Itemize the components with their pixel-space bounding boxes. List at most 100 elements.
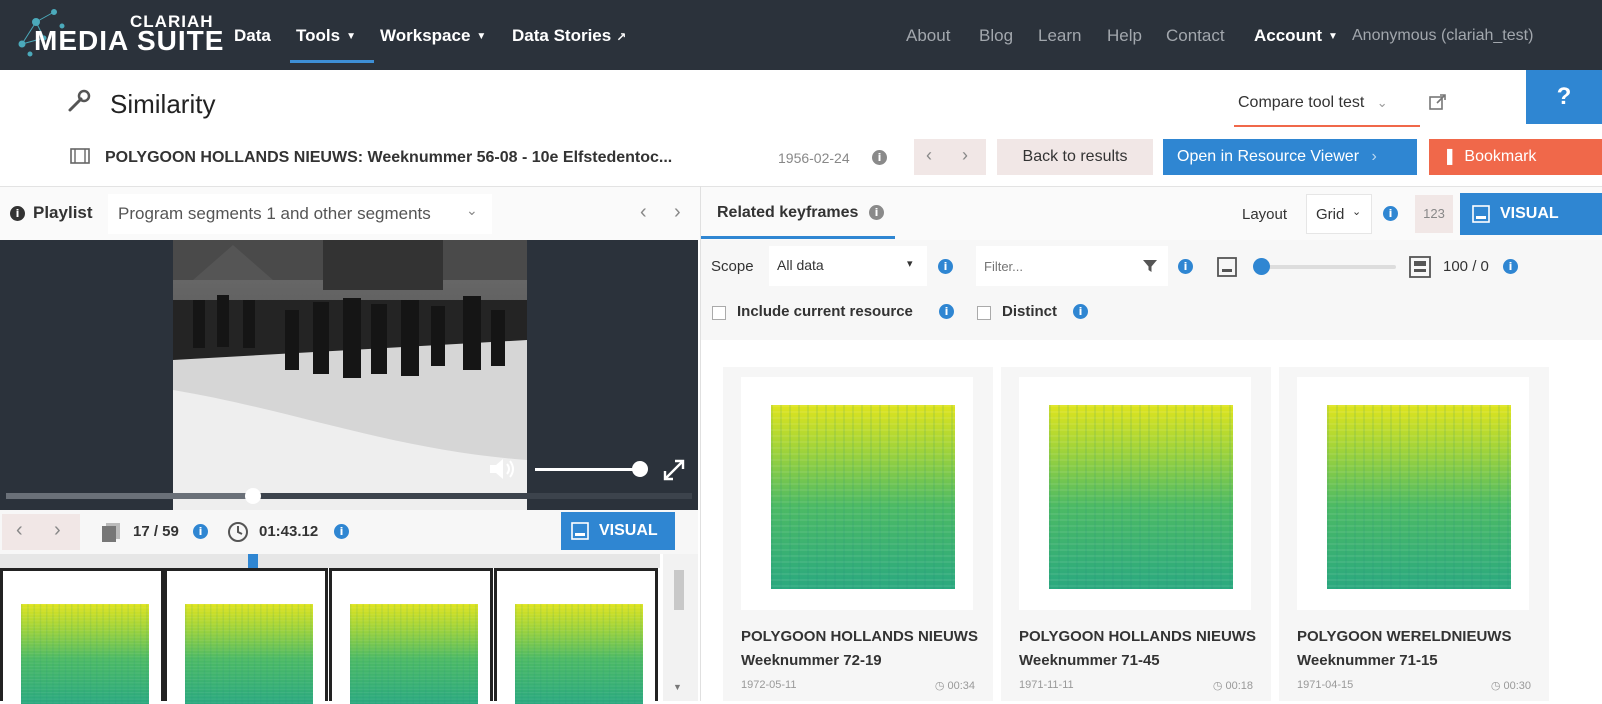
result-duration: ◷ 00:30 [1491, 679, 1531, 692]
result-thumbnail [1019, 377, 1251, 610]
segment-scrollbar[interactable]: ▼ [663, 554, 698, 701]
info-icon[interactable]: i [1383, 206, 1398, 221]
visual-view-button[interactable]: VISUAL [1460, 193, 1602, 235]
scope-label: Scope [711, 258, 754, 275]
nav-help[interactable]: Help [1107, 26, 1142, 46]
filter-icon[interactable] [1142, 258, 1158, 274]
playlist-bar: i Playlist Program segments 1 and other … [0, 186, 700, 240]
image-icon [1472, 205, 1490, 223]
timeline-knob[interactable] [244, 488, 261, 504]
tab-related-keyframes[interactable]: Related keyframes [717, 204, 858, 222]
nav-blog[interactable]: Blog [979, 26, 1013, 46]
chevron-right-icon[interactable]: › [54, 519, 61, 542]
result-thumbnail [741, 377, 973, 610]
nav-about[interactable]: About [906, 26, 950, 46]
nav-learn[interactable]: Learn [1038, 26, 1081, 46]
layout-select[interactable]: Grid ⌄ [1306, 194, 1372, 234]
segment-counter: 17 / 59 [133, 523, 179, 540]
result-thumbnail [1297, 377, 1529, 610]
segment-thumbnail[interactable] [0, 568, 164, 704]
layout-select-value: Grid [1316, 206, 1345, 223]
segment-thumbnail[interactable] [329, 568, 493, 704]
info-icon[interactable]: i [193, 524, 208, 539]
nav-user[interactable]: Anonymous (clariah_test) [1352, 27, 1533, 45]
result-date: 1971-11-11 [1019, 679, 1074, 691]
info-icon[interactable]: i [869, 205, 884, 220]
clock-icon: ◷ [1490, 680, 1504, 692]
distinct-checkbox[interactable] [977, 306, 991, 320]
playlist-selected-value: Program segments 1 and other segments [118, 204, 431, 223]
timeline-track[interactable] [6, 493, 692, 499]
info-icon[interactable]: i [938, 259, 953, 274]
result-duration-value: 00:34 [947, 680, 975, 692]
nav-data[interactable]: Data [234, 26, 271, 46]
chevron-left-icon[interactable]: ‹ [16, 519, 23, 542]
bookmark-icon: ❚ [1443, 148, 1457, 165]
info-icon[interactable]: i [10, 206, 25, 221]
image-large-icon [1409, 256, 1431, 278]
project-selector[interactable]: Compare tool test ⌄ [1238, 94, 1388, 112]
playlist-select[interactable]: Program segments 1 and other segments ⌄ [108, 194, 492, 234]
result-card[interactable]: POLYGOON WERELDNIEUWS Weeknummer 71-15 1… [1279, 367, 1549, 701]
fullscreen-icon[interactable] [662, 458, 686, 482]
result-date: 1972-05-11 [741, 679, 797, 691]
visual-toggle-button[interactable]: VISUAL [561, 512, 675, 550]
caret-down-icon: ▼ [476, 31, 487, 42]
result-title[interactable]: POLYGOON HOLLANDS NIEUWS Weeknummer 72-1… [741, 625, 981, 673]
nav-tools-active-indicator [290, 60, 374, 63]
filter-input-box[interactable] [976, 246, 1168, 286]
nav-account[interactable]: Account ▼ [1254, 26, 1338, 46]
info-icon[interactable]: i [1503, 259, 1518, 274]
chevron-right-icon[interactable]: › [674, 201, 681, 224]
caret-down-icon: ▼ [1328, 31, 1338, 42]
chevron-left-icon[interactable]: ‹ [926, 145, 932, 166]
nav-data-stories[interactable]: Data Stories ↗ [512, 26, 626, 46]
include-current-checkbox[interactable] [712, 306, 726, 320]
volume-icon[interactable] [488, 456, 518, 482]
nav-data-stories-label: Data Stories [512, 26, 612, 45]
chevron-left-icon[interactable]: ‹ [640, 201, 647, 224]
segment-thumbnail[interactable] [164, 568, 328, 704]
include-current-label: Include current resource [737, 303, 913, 320]
info-icon[interactable]: i [1073, 304, 1088, 319]
scroll-down-icon[interactable]: ▼ [673, 682, 682, 692]
help-button[interactable]: ? [1526, 70, 1602, 124]
scope-select[interactable]: All data ▾ [769, 246, 927, 286]
result-card[interactable]: POLYGOON HOLLANDS NIEUWS Weeknummer 72-1… [723, 367, 993, 701]
spectrogram-image [515, 604, 643, 704]
segment-strip[interactable] [0, 554, 660, 568]
info-icon[interactable]: i [872, 150, 887, 165]
nav-workspace[interactable]: Workspace ▼ [380, 26, 486, 46]
bookmark-button[interactable]: ❚ Bookmark [1429, 139, 1602, 175]
result-card[interactable]: POLYGOON HOLLANDS NIEUWS Weeknummer 71-4… [1001, 367, 1271, 701]
tab-active-indicator [701, 236, 895, 239]
segment-thumbnail[interactable] [494, 568, 658, 704]
info-icon[interactable]: i [334, 524, 349, 539]
result-title[interactable]: POLYGOON WERELDNIEUWS Weeknummer 71-15 [1297, 625, 1537, 673]
scrollbar-thumb[interactable] [674, 570, 684, 610]
numeric-view-button[interactable]: 123 [1415, 195, 1453, 233]
info-icon[interactable]: i [1178, 259, 1193, 274]
range-value: 100 / 0 [1443, 258, 1489, 275]
volume-slider[interactable] [535, 468, 640, 471]
video-player[interactable] [0, 240, 698, 510]
volume-knob[interactable] [632, 461, 648, 477]
video-frame [173, 240, 527, 510]
nav-contact[interactable]: Contact [1166, 26, 1225, 46]
size-slider[interactable] [1260, 265, 1396, 269]
chevron-right-icon[interactable]: › [962, 145, 968, 166]
result-title[interactable]: POLYGOON HOLLANDS NIEUWS Weeknummer 71-4… [1019, 625, 1259, 673]
top-navbar: CLARIAH MEDIA SUITE Data Tools ▼ Workspac… [0, 0, 1602, 70]
info-icon[interactable]: i [939, 304, 954, 319]
image-icon [571, 522, 589, 540]
filter-input[interactable] [984, 254, 1134, 278]
segment-strip-marker [248, 554, 258, 568]
nav-tools[interactable]: Tools ▼ [296, 26, 356, 46]
resource-pager: ‹ › [914, 139, 986, 175]
brand-media-suite[interactable]: MEDIA SUITE [34, 25, 224, 57]
external-link-icon[interactable] [1428, 92, 1448, 112]
back-to-results-button[interactable]: Back to results [997, 139, 1153, 175]
nav-tools-label: Tools [296, 26, 341, 45]
open-resource-viewer-button[interactable]: Open in Resource Viewer › [1163, 139, 1417, 175]
size-slider-knob[interactable] [1253, 258, 1270, 275]
